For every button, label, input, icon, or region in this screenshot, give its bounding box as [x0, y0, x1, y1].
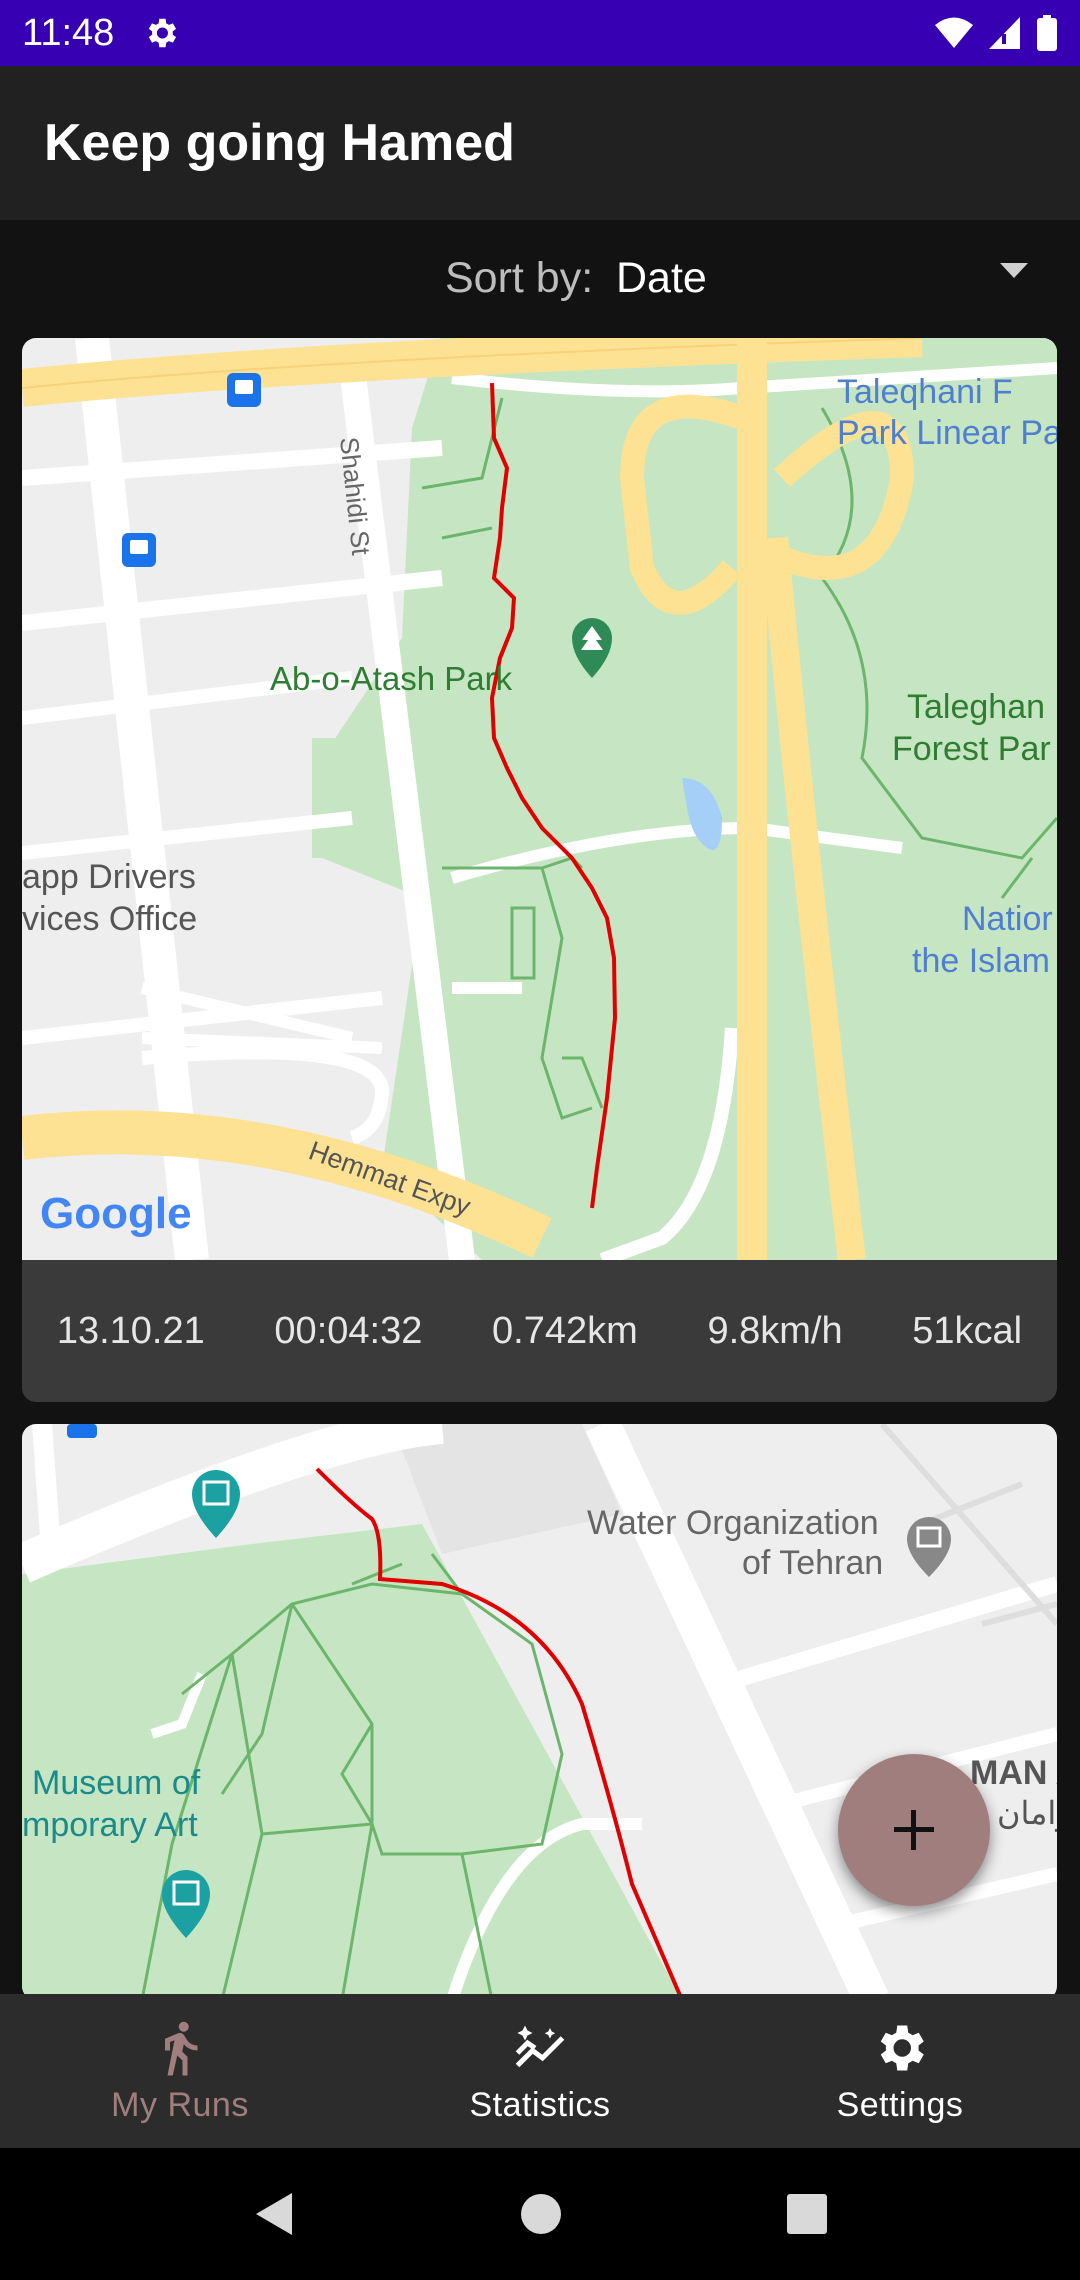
run-date: 13.10.21 [56, 1309, 205, 1352]
svg-text:Taleqhani F: Taleqhani F [837, 373, 1013, 411]
status-bar: 11:48 [0, 0, 1080, 66]
dropdown-arrow-icon[interactable] [1000, 263, 1028, 278]
nav-item-statistics[interactable]: Statistics [360, 1994, 720, 2148]
status-time: 11:48 [22, 11, 115, 54]
page-title: Keep going Hamed [44, 114, 515, 172]
svg-text:Natior: Natior [962, 900, 1053, 938]
status-icons [934, 15, 1058, 51]
run-distance: 0.742km [492, 1309, 638, 1352]
map-label-water-2: of Tehran [742, 1544, 883, 1582]
google-logo: Google [40, 1189, 192, 1238]
map-label-nation-1: Natior [962, 900, 1053, 938]
svg-text:Forest Par: Forest Par [892, 730, 1051, 768]
settings-icon [880, 2025, 924, 2070]
sort-selected-value[interactable]: Date [616, 254, 707, 303]
add-run-button[interactable] [838, 1754, 990, 1906]
nav-label-statistics: Statistics [469, 2085, 611, 2124]
map-label-nation-2: the Islam [912, 942, 1050, 980]
svg-text:the Islam: the Islam [912, 942, 1050, 980]
svg-text:Water Organization: Water Organization [587, 1504, 879, 1542]
nav-item-settings[interactable]: Settings [720, 1994, 1080, 2148]
svg-text:Ab-o-Atash Park: Ab-o-Atash Park [270, 660, 513, 697]
map-label-office-2: vices Office [22, 900, 197, 938]
sort-label: Sort by: [445, 253, 594, 302]
run-duration: 00:04:32 [274, 1309, 423, 1352]
recents-icon[interactable] [786, 2193, 828, 2235]
run-card[interactable]: Water Organization of Tehran Museum of m… [22, 1424, 1057, 2000]
svg-text:Google: Google [40, 1189, 192, 1238]
map-label-park-main: Ab-o-Atash Park [270, 660, 513, 697]
app-bar: Keep going Hamed [0, 66, 1080, 220]
svg-text:MAN A: MAN A [970, 1754, 1057, 1792]
svg-text:mporary Art: mporary Art [22, 1806, 198, 1844]
map-label-office-1: app Drivers [22, 858, 196, 896]
map-label-farsi: زامان [997, 1795, 1057, 1832]
map-label-park-2: Park Linear Pa [837, 414, 1057, 452]
svg-text:of Tehran: of Tehran [742, 1544, 883, 1582]
nav-item-my-runs[interactable]: My Runs [0, 1994, 360, 2148]
cellular-signal-icon [989, 17, 1020, 49]
map-label-forest-2: Forest Par [892, 730, 1051, 768]
nav-label-settings: Settings [836, 2085, 964, 2124]
run-speed: 9.8km/h [707, 1309, 843, 1352]
svg-text:Museum of: Museum of [32, 1764, 201, 1802]
svg-text:app Drivers: app Drivers [22, 858, 196, 896]
map-label-park-1: Taleqhani F [837, 373, 1013, 411]
statistics-icon [515, 2025, 565, 2067]
map-label-forest-1: Taleghan [907, 688, 1045, 726]
run-map: Taleqhani F Park Linear Pa Shahidi St Ab… [22, 338, 1057, 1260]
run-map: Water Organization of Tehran Museum of m… [22, 1424, 1057, 2000]
home-icon[interactable] [519, 2192, 563, 2236]
nav-label-my-runs: My Runs [111, 2085, 249, 2124]
map-label-man: MAN A [970, 1754, 1057, 1792]
run-stats: 13.10.21 00:04:32 0.742km 9.8km/h 51kcal [22, 1260, 1057, 1402]
system-navigation-bar [0, 2148, 1080, 2280]
wifi-icon [935, 17, 973, 48]
bottom-navigation: My Runs Statistics Settings [0, 1994, 1080, 2148]
run-calories: 51kcal [912, 1309, 1023, 1352]
svg-text:Park Linear Pa: Park Linear Pa [837, 414, 1057, 452]
back-icon[interactable] [252, 2191, 296, 2237]
runner-icon [165, 2021, 198, 2075]
plus-icon [894, 1810, 934, 1850]
settings-gear-status-icon [149, 18, 177, 48]
svg-text:Taleghan: Taleghan [907, 688, 1045, 726]
map-label-water-1: Water Organization [587, 1504, 879, 1542]
sort-dropdown[interactable]: Sort by: Date [0, 220, 1080, 336]
svg-text:زامان: زامان [997, 1795, 1057, 1832]
battery-icon [1037, 15, 1057, 51]
run-card[interactable]: Taleqhani F Park Linear Pa Shahidi St Ab… [22, 338, 1057, 1402]
svg-text:vices Office: vices Office [22, 900, 197, 938]
map-label-museum-1: Museum of [32, 1764, 201, 1802]
map-label-museum-2: mporary Art [22, 1806, 198, 1844]
